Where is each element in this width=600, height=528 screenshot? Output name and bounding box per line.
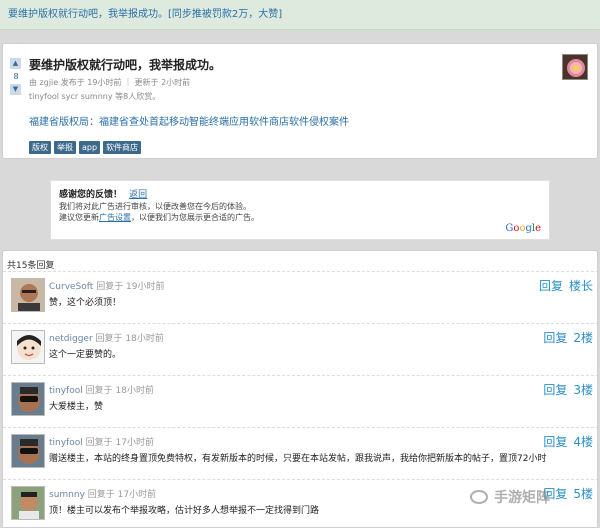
ad-message: 我们将对此广告进行审核，以便改善您在今后的体验。 (59, 202, 251, 211)
watermark-text: 手游矩阵 (494, 490, 550, 506)
ad-feedback-box: 感谢您的反馈！ 返回 我们将对此广告进行审核，以便改善您在今后的体验。 建议您更… (50, 180, 550, 240)
avatar[interactable] (11, 382, 45, 416)
vote-up-icon[interactable]: ▲ (10, 58, 21, 69)
tag-list: 版权 举报 app 软件商店 (29, 141, 142, 154)
avatar[interactable] (11, 278, 45, 312)
tag[interactable]: app (79, 141, 101, 154)
ad-title-text: 感谢您的反馈！ (59, 190, 123, 200)
avatar[interactable] (11, 486, 45, 520)
google-logo: Google (505, 223, 541, 234)
ad-title: 感谢您的反馈！ 返回 (59, 187, 147, 200)
reply-text: 这个一定要赞的。 (49, 350, 122, 360)
reply-time: 回复于 17小时前 (87, 490, 157, 500)
floor-label: 2楼 (573, 331, 593, 345)
reply-text: 大爱楼主，赞 (49, 402, 104, 412)
floor-label: 5楼 (573, 487, 593, 501)
notice-text: 要维护版权就行动吧，我举报成功。[同步推被罚款2万，大赞] (8, 9, 283, 20)
post-likes: tinyfool sycr sumnny 等8人欣赏。 (29, 92, 161, 101)
reply-text: 赞，这个必须顶！ (49, 298, 122, 308)
notice-bar: 要维护版权就行动吧，我举报成功。[同步推被罚款2万，大赞] (0, 0, 600, 30)
google-logo-letter: e (535, 223, 541, 234)
watermark: 手游矩阵 (470, 487, 550, 507)
reply-button[interactable]: 回复 (539, 279, 563, 293)
reply-button[interactable]: 回复 (543, 331, 567, 345)
reply-meta: netdigger 回复于 18小时前 (49, 331, 164, 344)
avatar[interactable] (11, 330, 45, 364)
post-source-link[interactable]: 福建省版权局：福建省查处首起移动智能终端应用软件商店软件侵权案件 (29, 113, 349, 128)
reply-actions: 回复 5楼 (543, 485, 593, 502)
reply-text: 赠送楼主，本站的终身置顶免费特权，有发新版本的时候，只要在本站发帖，跟我说声，我… (49, 454, 547, 464)
reply-meta: sumnny 回复于 17小时前 (49, 487, 156, 500)
reply-meta: CurveSoft 回复于 19小时前 (49, 279, 165, 292)
list-item: netdigger 回复于 18小时前 这个一定要赞的。 回复 2楼 (3, 323, 597, 373)
reply-meta: tinyfool 回复于 18小时前 (49, 383, 154, 396)
reply-actions: 回复 3楼 (543, 381, 593, 398)
reply-user[interactable]: sumnny (49, 490, 85, 500)
reply-button[interactable]: 回复 (543, 435, 567, 449)
avatar[interactable] (11, 434, 45, 468)
reply-user[interactable]: tinyfool (49, 438, 83, 448)
list-item: tinyfool 回复于 17小时前 赠送楼主，本站的终身置顶免费特权，有发新版… (3, 427, 597, 477)
post-meta: 由 zgjie 发布于 19小时前 ｜ 更新于 2小时前 (29, 78, 191, 87)
tag[interactable]: 软件商店 (103, 141, 142, 154)
tag[interactable]: 版权 (29, 141, 51, 154)
reply-time: 回复于 19小时前 (96, 282, 165, 292)
reply-user[interactable]: tinyfool (49, 386, 83, 396)
reply-button[interactable]: 回复 (543, 383, 567, 397)
reply-time: 回复于 18小时前 (85, 386, 154, 396)
ad-suggestion-after: ，以便我们为您展示更合适的广告。 (131, 213, 259, 222)
floor-label: 3楼 (573, 383, 593, 397)
post-card: ▲ 8 ▼ 要维护版权就行动吧，我举报成功。 由 zgjie 发布于 19小时前… (2, 43, 598, 159)
reply-actions: 回复 4楼 (543, 433, 593, 450)
floor-label: 4楼 (573, 435, 593, 449)
reply-meta: tinyfool 回复于 17小时前 (49, 435, 154, 448)
list-item: CurveSoft 回复于 19小时前 赞，这个必须顶！ 回复 楼长 (3, 271, 597, 321)
post-title[interactable]: 要维护版权就行动吧，我举报成功。 (29, 56, 221, 73)
reply-time: 回复于 18小时前 (95, 334, 164, 344)
floor-label: 楼长 (568, 279, 593, 293)
ad-back-link[interactable]: 返回 (129, 190, 147, 200)
reply-actions: 回复 2楼 (543, 329, 593, 346)
ad-settings-link[interactable]: 广告设置 (99, 213, 131, 222)
vote-box: ▲ 8 ▼ (10, 58, 22, 98)
replies-count: 共15条回复 (7, 261, 55, 271)
author-avatar[interactable] (562, 54, 588, 80)
reply-user[interactable]: CurveSoft (49, 282, 93, 292)
wechat-icon (470, 490, 488, 504)
ad-suggestion: 建议您更新广告设置，以便我们为您展示更合适的广告。 (59, 212, 259, 223)
reply-user[interactable]: netdigger (49, 334, 93, 344)
vote-down-icon[interactable]: ▼ (10, 84, 21, 95)
list-item: tinyfool 回复于 18小时前 大爱楼主，赞 回复 3楼 (3, 375, 597, 425)
vote-count: 8 (13, 72, 19, 81)
reply-actions: 回复 楼长 (539, 277, 593, 294)
tag[interactable]: 举报 (54, 141, 76, 154)
reply-time: 回复于 17小时前 (85, 438, 154, 448)
reply-text: 顶！楼主可以发布个举报攻略，估计好多人想举报不一定找得到门路 (49, 506, 320, 516)
ad-suggestion-before: 建议您更新 (59, 213, 99, 222)
